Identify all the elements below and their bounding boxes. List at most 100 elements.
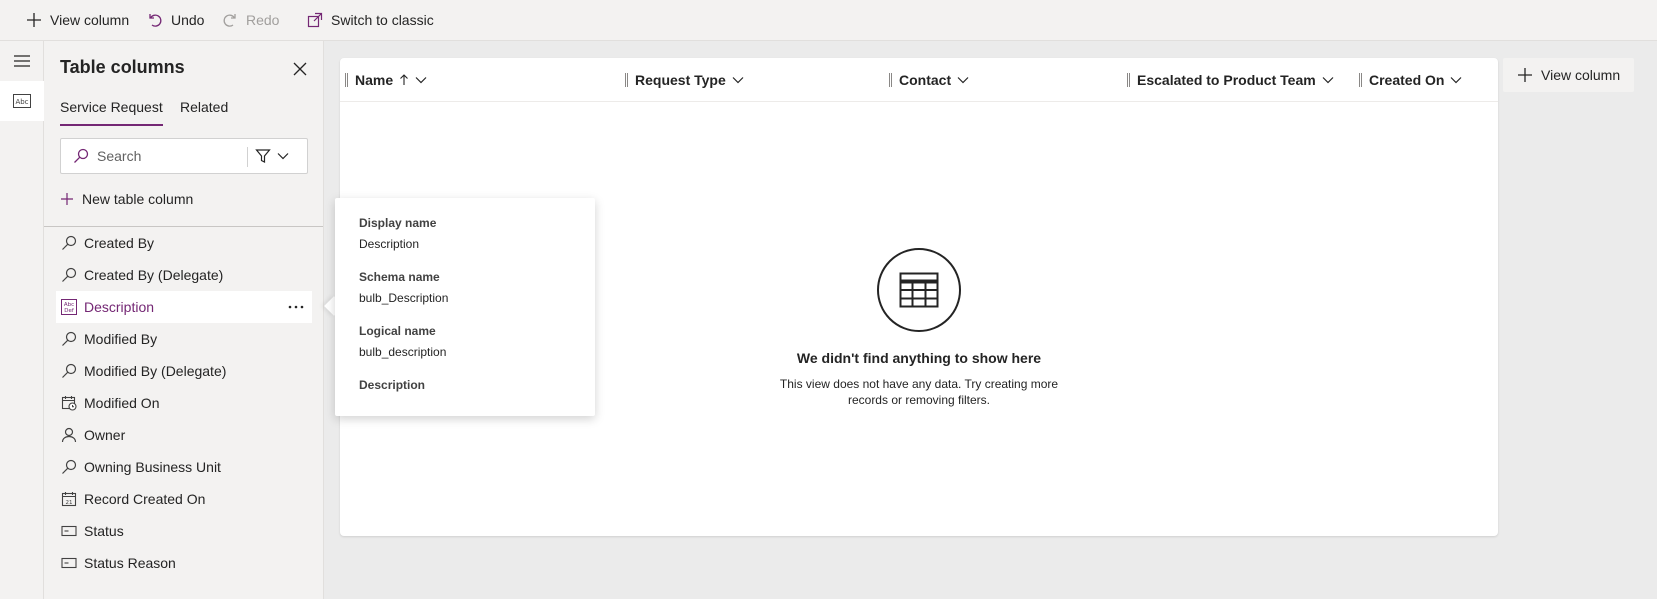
column-item-label: Description xyxy=(84,299,155,315)
column-item-modified-on[interactable]: Modified On xyxy=(56,387,312,419)
lookup-icon xyxy=(60,362,78,380)
description-label: Description xyxy=(359,378,426,392)
switch-classic-label: Switch to classic xyxy=(331,12,434,28)
hamburger-icon xyxy=(13,54,31,68)
column-item-owner[interactable]: Owner xyxy=(56,419,312,451)
undo-button[interactable]: Undo xyxy=(147,0,204,40)
logical-name-value: bulb_description xyxy=(359,345,447,359)
display-name-value: Description xyxy=(359,237,420,251)
text-field-icon: Abc Def xyxy=(60,298,78,316)
view-column-label: View column xyxy=(50,12,130,28)
new-table-column-label: New table column xyxy=(82,191,194,207)
column-header-label: Created On xyxy=(1369,72,1445,88)
column-details-flyout: Display name Description Schema name bul… xyxy=(335,198,595,416)
option-set-icon xyxy=(60,522,78,540)
column-item-label: Created By xyxy=(84,235,155,251)
column-item-modified-by[interactable]: Modified By xyxy=(56,323,312,355)
redo-label: Redo xyxy=(246,12,280,28)
chevron-down-icon xyxy=(1322,76,1334,84)
svg-text:Abc: Abc xyxy=(15,98,28,106)
column-item-label: Record Created On xyxy=(84,491,206,507)
option-set-icon xyxy=(60,554,78,572)
lookup-icon xyxy=(60,234,78,252)
command-bar: View column Undo Redo Switch to classic xyxy=(0,0,1657,41)
left-rail: Abc xyxy=(0,41,44,599)
plus-icon xyxy=(26,12,42,28)
column-header-created-on[interactable]: Created On xyxy=(1359,58,1462,102)
switch-to-classic-button[interactable]: Switch to classic xyxy=(307,0,434,40)
view-column-button[interactable]: View column xyxy=(26,0,129,40)
column-item-created-by[interactable]: Created By xyxy=(56,227,312,259)
display-name-label: Display name xyxy=(359,216,437,230)
column-item-label: Modified By xyxy=(84,331,158,347)
column-item-status[interactable]: Status xyxy=(56,515,312,547)
chevron-down-icon xyxy=(732,76,744,84)
schema-name-label: Schema name xyxy=(359,270,440,284)
redo-button[interactable]: Redo xyxy=(222,0,279,40)
person-icon xyxy=(60,426,78,444)
more-icon xyxy=(288,305,304,309)
column-header-request-type[interactable]: Request Type xyxy=(625,58,744,102)
logical-name-label: Logical name xyxy=(359,324,436,338)
column-resize-handle[interactable] xyxy=(889,73,892,87)
column-resize-handle[interactable] xyxy=(1127,73,1130,87)
column-item-status-reason[interactable]: Status Reason xyxy=(56,547,312,579)
filter-button[interactable] xyxy=(255,146,305,166)
svg-text:Def: Def xyxy=(64,308,75,314)
more-options-button[interactable] xyxy=(284,297,308,317)
column-item-owning-business-unit[interactable]: Owning Business Unit xyxy=(56,451,312,483)
column-item-label: Created By (Delegate) xyxy=(84,267,224,283)
panel-title: Table columns xyxy=(60,57,185,77)
chevron-down-icon xyxy=(277,152,289,160)
chevron-down-icon xyxy=(415,76,427,84)
column-item-label: Owning Business Unit xyxy=(84,459,221,475)
lookup-icon xyxy=(60,330,78,348)
column-header-name[interactable]: Name xyxy=(345,58,427,102)
column-item-label: Modified On xyxy=(84,395,160,411)
new-table-column-button[interactable]: New table column xyxy=(60,189,193,209)
calendar-icon: 21 xyxy=(60,490,78,508)
filter-icon xyxy=(255,148,271,164)
rail-table-columns-button[interactable]: Abc xyxy=(0,81,44,121)
column-item-label: Modified By (Delegate) xyxy=(84,363,227,379)
column-item-modified-by-delegate[interactable]: Modified By (Delegate) xyxy=(56,355,312,387)
grid-header: Name Request Type Contact Escalated to P… xyxy=(340,58,1498,102)
column-item-label: Status xyxy=(84,523,124,539)
plus-icon xyxy=(1517,67,1533,83)
lookup-icon xyxy=(60,458,78,476)
column-resize-handle[interactable] xyxy=(345,73,348,87)
column-header-escalated-to-product-team[interactable]: Escalated to Product Team xyxy=(1127,58,1334,102)
column-resize-handle[interactable] xyxy=(625,73,628,87)
tab-service-request[interactable]: Service Request xyxy=(60,99,163,126)
plus-icon xyxy=(60,192,74,206)
column-header-label: Request Type xyxy=(635,72,726,88)
column-list: Created By Created By (Delegate) Abc Def … xyxy=(56,227,312,579)
close-panel-button[interactable] xyxy=(288,57,312,81)
table-columns-panel: Table columns Service Request Related Ne… xyxy=(44,41,324,599)
close-icon xyxy=(293,62,307,76)
lookup-icon xyxy=(60,266,78,284)
column-header-contact[interactable]: Contact xyxy=(889,58,969,102)
column-item-record-created-on[interactable]: 21 Record Created On xyxy=(56,483,312,515)
svg-text:21: 21 xyxy=(66,500,73,506)
schema-name-value: bulb_Description xyxy=(359,291,449,305)
undo-label: Undo xyxy=(171,12,205,28)
column-item-description[interactable]: Abc Def Description xyxy=(56,291,312,323)
chevron-down-icon xyxy=(957,76,969,84)
empty-state-description: This view does not have any data. Try cr… xyxy=(779,377,1059,407)
add-view-column-button[interactable]: View column xyxy=(1503,58,1635,92)
tab-related[interactable]: Related xyxy=(180,99,228,123)
add-view-column-label: View column xyxy=(1541,67,1621,83)
hamburger-menu-button[interactable] xyxy=(0,41,44,81)
search-separator xyxy=(247,147,248,167)
sort-ascending-icon xyxy=(399,74,409,86)
search-box xyxy=(60,138,308,174)
text-field-icon: Abc xyxy=(13,94,31,108)
column-item-created-by-delegate[interactable]: Created By (Delegate) xyxy=(56,259,312,291)
search-input[interactable] xyxy=(97,146,237,166)
empty-state-icon xyxy=(877,248,961,332)
calendar-clock-icon xyxy=(60,394,78,412)
column-resize-handle[interactable] xyxy=(1359,73,1362,87)
column-item-label: Status Reason xyxy=(84,555,176,571)
table-icon xyxy=(899,272,939,308)
